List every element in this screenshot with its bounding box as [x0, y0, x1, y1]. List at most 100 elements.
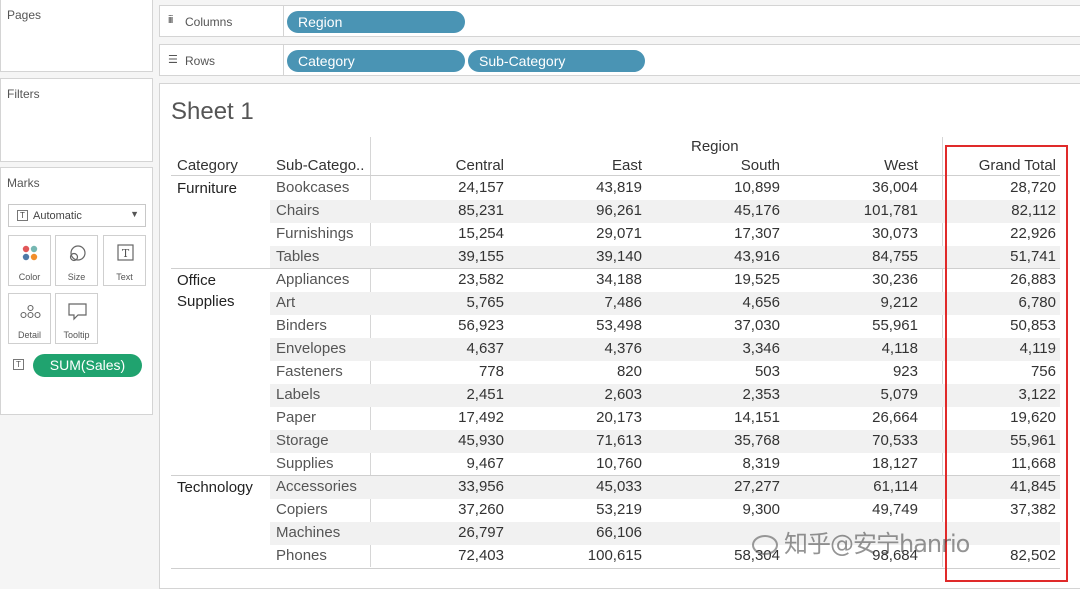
category-label[interactable]: Technology: [177, 477, 253, 498]
table-cell: 39,140: [596, 248, 642, 265]
table-cell: 5,765: [466, 294, 504, 311]
region-pill[interactable]: Region: [287, 11, 465, 33]
table-cell: 24,157: [458, 179, 504, 196]
subcategory-label[interactable]: Envelopes: [276, 340, 346, 357]
table-cell: 37,030: [734, 317, 780, 334]
subcategory-label[interactable]: Fasteners: [276, 363, 343, 380]
size-button[interactable]: Size: [55, 235, 98, 286]
crosstab[interactable]: Region Category Sub-Catego.. Central East Sou…: [171, 137, 1061, 575]
subcategory-label[interactable]: Phones: [276, 547, 327, 564]
table-cell: 39,155: [458, 248, 504, 265]
column-header-east[interactable]: East: [612, 157, 642, 174]
row-shade: [270, 430, 1060, 453]
marks-title: Marks: [7, 176, 40, 190]
table-cell: 4,656: [742, 294, 780, 311]
rows-shelf-label: ☰ Rows: [160, 45, 284, 75]
table-cell: 10,760: [596, 455, 642, 472]
table-cell: 820: [616, 363, 642, 380]
subcategory-label[interactable]: Chairs: [276, 202, 319, 219]
text-t-icon[interactable]: T: [13, 359, 24, 370]
category-label[interactable]: Furniture: [177, 178, 237, 199]
row-shade: [270, 246, 1060, 269]
color-label: Color: [18, 272, 41, 282]
table-cell: 17,492: [458, 409, 504, 426]
table-cell: 33,956: [458, 478, 504, 495]
sum-sales-pill[interactable]: SUM(Sales): [33, 354, 142, 377]
subcategory-label[interactable]: Copiers: [276, 501, 328, 518]
category-label-line: Technology: [177, 479, 253, 496]
category-pill[interactable]: Category: [287, 50, 465, 72]
table-cell: 11,668: [1011, 455, 1056, 472]
table-cell: 29,071: [596, 225, 642, 242]
table-cell: 49,749: [872, 501, 918, 518]
row-shade: [270, 292, 1060, 315]
table-cell: 51,741: [1010, 248, 1056, 265]
rows-icon: ☰: [168, 54, 178, 66]
pages-card[interactable]: Pages: [0, 0, 153, 72]
table-cell: 66,106: [596, 524, 642, 541]
sub-category-pill[interactable]: Sub-Category: [468, 50, 645, 72]
subcategory-label[interactable]: Paper: [276, 409, 316, 426]
table-cell: 70,533: [872, 432, 918, 449]
row-shade: [270, 384, 1060, 407]
row-shade: [270, 200, 1060, 223]
table-cell: 2,451: [466, 386, 504, 403]
subcategory-label[interactable]: Appliances: [276, 271, 349, 288]
subcategory-label[interactable]: Labels: [276, 386, 320, 403]
sheet-title: Sheet 1: [171, 98, 254, 125]
table-cell: 37,382: [1010, 501, 1056, 518]
text-label: Text: [116, 272, 133, 282]
table-cell: 84,755: [872, 248, 918, 265]
columns-shelf[interactable]: iii Columns Region: [159, 5, 1080, 37]
subcategory-label[interactable]: Supplies: [276, 455, 334, 472]
table-cell: 8,319: [742, 455, 780, 472]
table-cell: 82,502: [1010, 547, 1056, 564]
table-cell: 923: [892, 363, 918, 380]
color-button[interactable]: Color: [8, 235, 51, 286]
subcategory-label[interactable]: Bookcases: [276, 179, 349, 196]
detail-label: Detail: [17, 330, 41, 340]
subcategory-label[interactable]: Machines: [276, 524, 340, 541]
watermark: 知乎@安宁hanrio: [752, 524, 970, 559]
detail-button[interactable]: Detail: [8, 293, 51, 344]
text-button[interactable]: T Text: [103, 235, 146, 286]
table-cell: 43,819: [596, 179, 642, 196]
filters-card[interactable]: Filters: [0, 78, 153, 162]
table-cell: 778: [478, 363, 504, 380]
category-label[interactable]: Office Supplies: [177, 270, 235, 312]
column-header-west[interactable]: West: [884, 157, 918, 174]
mark-type-dropdown[interactable]: T Automatic ▼: [8, 204, 146, 227]
columns-shelf-label: iii Columns: [160, 6, 284, 36]
table-cell: 30,073: [872, 225, 918, 242]
subcategory-header: Sub-Catego..: [276, 157, 365, 174]
table-cell: 43,916: [734, 248, 780, 265]
columns-icon: iii: [168, 14, 173, 26]
subcategory-label[interactable]: Accessories: [276, 478, 357, 495]
table-cell: 2,353: [742, 386, 780, 403]
table-cell: 17,307: [734, 225, 780, 242]
row-shade: [270, 338, 1060, 361]
subcategory-label[interactable]: Storage: [276, 432, 329, 449]
columns-label: Columns: [185, 15, 233, 29]
table-cell: 503: [754, 363, 780, 380]
column-header-grand-total[interactable]: Grand Total: [979, 157, 1056, 174]
rows-shelf[interactable]: ☰ Rows Category Sub-Category: [159, 44, 1080, 76]
column-header-central[interactable]: Central: [456, 157, 504, 174]
table-cell: 4,637: [466, 340, 504, 357]
table-cell: 61,114: [873, 478, 918, 495]
table-cell: 2,603: [604, 386, 642, 403]
table-cell: 55,961: [872, 317, 918, 334]
table-cell: 15,254: [458, 225, 504, 242]
table-cell: 26,883: [1010, 271, 1056, 288]
subcategory-label[interactable]: Tables: [276, 248, 319, 265]
table-cell: 36,004: [872, 179, 918, 196]
subcategory-label[interactable]: Furnishings: [276, 225, 354, 242]
tooltip-button[interactable]: Tooltip: [55, 293, 98, 344]
table-cell: 30,236: [872, 271, 918, 288]
category-label-line: Furniture: [177, 180, 238, 197]
subcategory-label[interactable]: Binders: [276, 317, 327, 334]
table-cell: 7,486: [604, 294, 642, 311]
table-cell: 34,188: [596, 271, 642, 288]
subcategory-label[interactable]: Art: [276, 294, 295, 311]
column-header-south[interactable]: South: [741, 157, 780, 174]
